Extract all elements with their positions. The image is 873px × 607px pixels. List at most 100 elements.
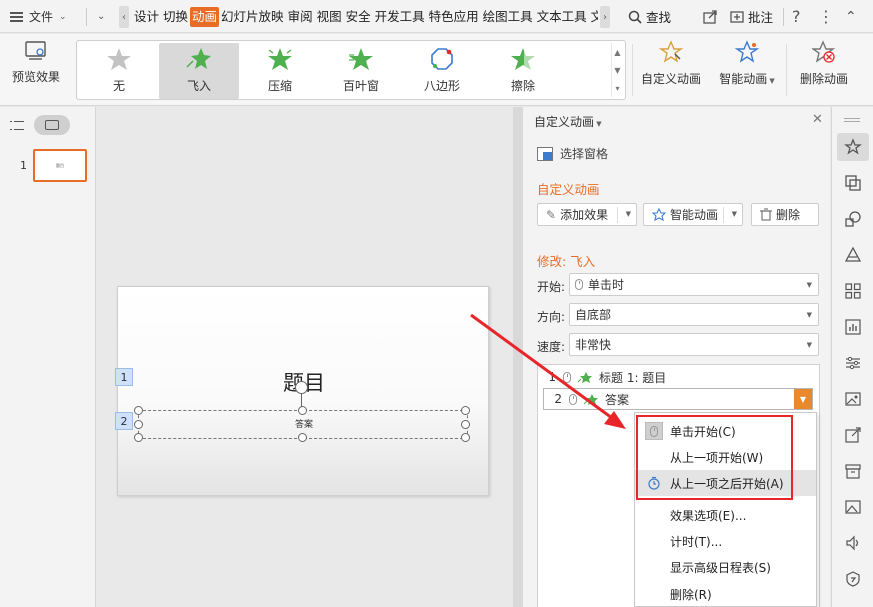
tab-animation[interactable]: 动画: [190, 6, 220, 27]
close-icon[interactable]: ✕: [812, 112, 823, 127]
grid-side-button[interactable]: [837, 277, 869, 305]
tab-design[interactable]: 设计: [132, 7, 161, 27]
menu-item-advanced-timeline[interactable]: 显示高级日程表(S): [635, 554, 816, 580]
settings-side-button[interactable]: [837, 349, 869, 377]
effect-compress[interactable]: 压缩: [240, 43, 320, 99]
gallery-expand-icon[interactable]: ▾: [612, 79, 623, 97]
effect-wipe[interactable]: 擦除: [483, 43, 563, 99]
menu-item-label: 从上一项开始(W): [670, 450, 764, 465]
delete-animation-button[interactable]: 删除动画: [796, 40, 852, 100]
menu-item-on-click[interactable]: 单击开始(C): [635, 418, 816, 444]
resize-handle-top[interactable]: [298, 406, 307, 415]
image-side-button[interactable]: [837, 493, 869, 521]
toolbar-grip[interactable]: [844, 118, 860, 122]
delete-animation-icon: [812, 40, 836, 63]
animation-order-tag[interactable]: 1: [115, 368, 133, 386]
ellipsis-icon[interactable]: ⋮: [818, 0, 834, 33]
resize-handle-bottom-right[interactable]: [461, 433, 470, 442]
gallery-down-icon[interactable]: ▼: [612, 61, 623, 79]
annotate-button[interactable]: 批注: [730, 0, 773, 33]
shape-side-button[interactable]: [837, 169, 869, 197]
tab-features[interactable]: 特色应用: [427, 7, 481, 27]
fill-side-button[interactable]: [837, 241, 869, 269]
quick-access-dropdown[interactable]: ⌄: [97, 0, 105, 33]
gallery-scroll[interactable]: ▲ ▼ ▾: [611, 43, 623, 97]
tab-review[interactable]: 审阅: [286, 7, 315, 27]
resize-handle-bottom[interactable]: [298, 433, 307, 442]
gallery-up-icon[interactable]: ▲: [612, 43, 623, 61]
slide-thumbnail[interactable]: 题目: [33, 149, 87, 182]
pane-splitter[interactable]: [513, 107, 523, 607]
list-item[interactable]: 2 答案 ▼: [543, 388, 813, 410]
effect-blinds[interactable]: 百叶窗: [321, 43, 401, 99]
speed-select[interactable]: 非常快 ▼: [569, 333, 819, 356]
thumbnail-view-tab[interactable]: [34, 115, 70, 135]
chart-side-button[interactable]: [837, 313, 869, 341]
smart-animation-button[interactable]: 智能动画 ▼: [716, 40, 778, 100]
tab-developer[interactable]: 开发工具: [373, 7, 427, 27]
delete-button[interactable]: 删除: [751, 203, 819, 226]
add-effect-button[interactable]: ✎ 添加效果 ▼: [537, 203, 637, 226]
speed-value: 非常快: [575, 338, 612, 352]
sliders-icon: [846, 356, 860, 370]
shapes-side-button[interactable]: [837, 205, 869, 233]
menu-bar: 文件 ⌄ ⌄ ‹ 设计 切换 动画 幻灯片放映 审阅 视图 安全 开发工具 特色…: [0, 0, 873, 33]
custom-animation-icon: [659, 40, 683, 63]
start-select[interactable]: 单击时 ▼: [569, 273, 819, 296]
item-dropdown-button[interactable]: ▼: [794, 389, 812, 409]
resize-handle-right[interactable]: [461, 420, 470, 429]
resize-handle-top-left[interactable]: [134, 406, 143, 415]
shield-side-button[interactable]: [837, 565, 869, 593]
tab-drawing-tools[interactable]: 绘图工具: [481, 7, 535, 27]
list-item[interactable]: 1 标题 1: 题目: [538, 366, 819, 388]
tab-overflow[interactable]: 文: [589, 7, 598, 27]
effect-gallery: 无 飞入 压缩 百叶窗 八边形 擦除 ▲ ▼ ▾: [76, 40, 626, 100]
custom-animation-side-button[interactable]: [837, 133, 869, 161]
chevron-down-icon: ▼: [594, 120, 602, 128]
annotate-label: 批注: [748, 10, 774, 25]
preview-effect-button[interactable]: 预览效果: [6, 40, 66, 100]
custom-animation-button[interactable]: 自定义动画: [636, 40, 706, 100]
answer-textbox[interactable]: 答案: [134, 406, 470, 442]
menu-item-after-previous[interactable]: 从上一项之后开始(A): [635, 470, 816, 496]
tab-view[interactable]: 视图: [315, 7, 344, 27]
pane-title-dropdown[interactable]: 自定义动画 ▼: [534, 113, 602, 130]
smart-animation-pane-button[interactable]: 智能动画 ▼: [643, 203, 743, 226]
effect-fly-in[interactable]: 飞入: [159, 43, 239, 99]
menu-item-with-previous[interactable]: 从上一项开始(W): [635, 444, 816, 470]
tab-text-tools[interactable]: 文本工具: [535, 7, 589, 27]
tab-scroll-right[interactable]: ›: [600, 6, 610, 28]
speed-label: 速度:: [537, 340, 566, 354]
tab-security[interactable]: 安全: [344, 7, 373, 27]
effect-none[interactable]: 无: [79, 43, 159, 99]
resize-handle-left[interactable]: [134, 420, 143, 429]
tab-scroll-left[interactable]: ‹: [119, 6, 129, 28]
resize-handle-top-right[interactable]: [461, 406, 470, 415]
menu-item-remove[interactable]: 删除(R): [635, 581, 816, 607]
outline-view-icon[interactable]: [10, 119, 24, 131]
rotation-handle[interactable]: [295, 381, 308, 394]
archive-side-button[interactable]: [837, 457, 869, 485]
tab-slideshow[interactable]: 幻灯片放映: [219, 7, 286, 27]
selection-pane-button[interactable]: 选择窗格: [537, 145, 608, 162]
slide[interactable]: 题目 答案: [117, 286, 489, 496]
search-button[interactable]: 查找: [628, 0, 671, 33]
star-icon: [844, 138, 862, 155]
right-toolbar: [831, 107, 873, 607]
effect-octagon[interactable]: 八边形: [402, 43, 482, 99]
animation-order-tag[interactable]: 2: [115, 412, 133, 430]
menu-item-timing[interactable]: 计时(T)...: [635, 528, 816, 554]
menu-item-effect-options[interactable]: 效果选项(E)...: [635, 502, 816, 528]
picture-side-button[interactable]: [837, 385, 869, 413]
share-button[interactable]: [703, 0, 717, 33]
file-menu[interactable]: 文件 ⌄: [10, 0, 80, 33]
audio-side-button[interactable]: [837, 529, 869, 557]
export-side-button[interactable]: [837, 421, 869, 449]
mouse-click-icon: [569, 393, 577, 405]
speaker-icon: [846, 535, 859, 551]
direction-select[interactable]: 自底部 ▼: [569, 303, 819, 326]
chevron-up-icon[interactable]: ⌃: [845, 0, 857, 33]
question-icon[interactable]: ?: [792, 0, 801, 33]
tab-transition[interactable]: 切换: [161, 7, 190, 27]
resize-handle-bottom-left[interactable]: [134, 433, 143, 442]
